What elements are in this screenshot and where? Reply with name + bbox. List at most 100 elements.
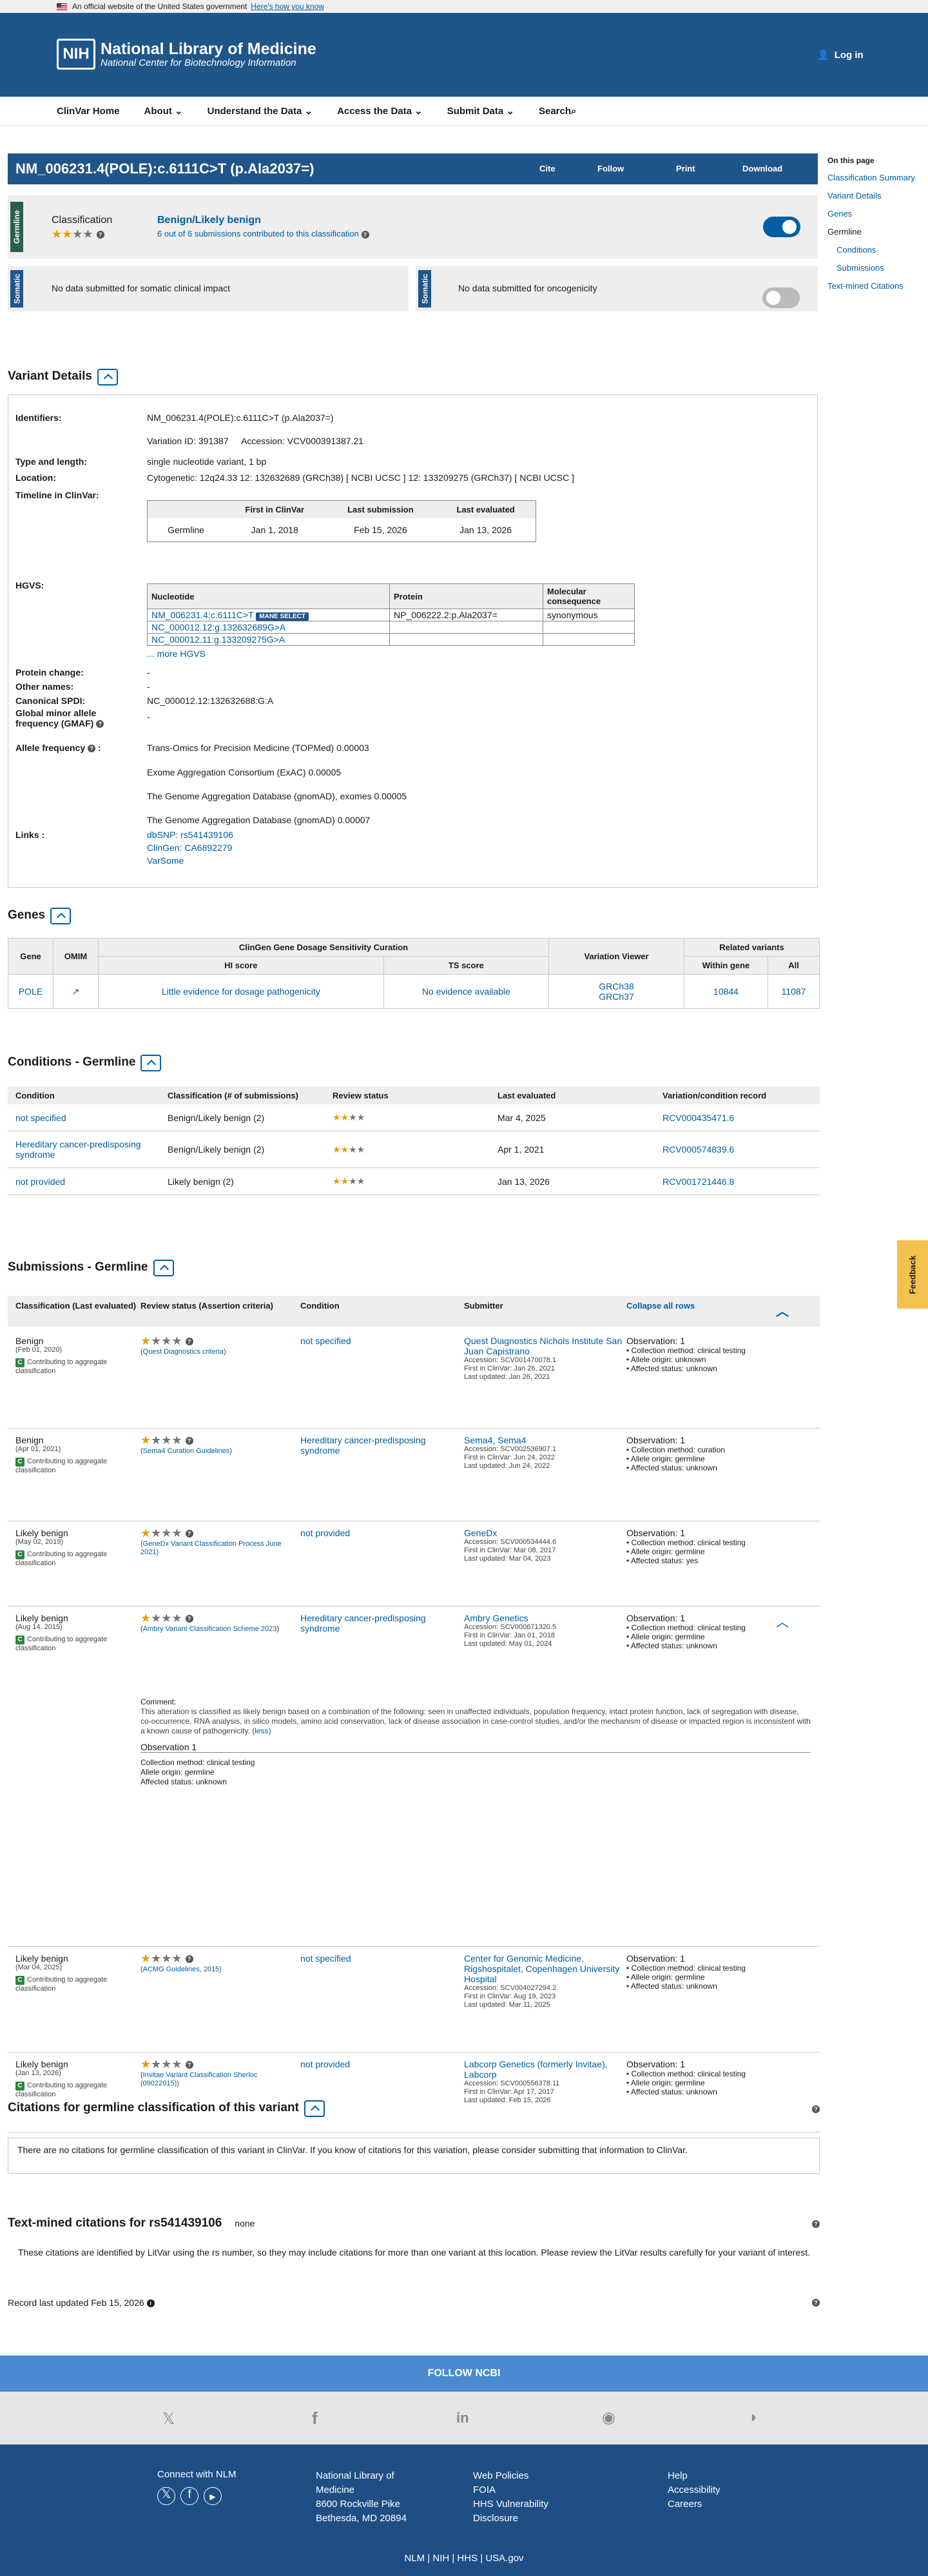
chevron-up-icon[interactable]: ︿ <box>776 1301 789 1320</box>
gene-link[interactable]: POLE <box>8 974 53 1009</box>
collapse-button[interactable] <box>50 908 72 924</box>
location-value: Cytogenetic: 12q24.33 12: 132632689 (GRC… <box>147 473 575 483</box>
accessibility-link[interactable]: Accessibility <box>668 2483 720 2497</box>
collapse-button[interactable] <box>153 1260 174 1276</box>
youtube-icon[interactable]: ▶ <box>204 2487 222 2505</box>
more-hgvs-link[interactable]: ... more HGVS <box>147 649 206 659</box>
web-policies-link[interactable]: Web Policies <box>473 2469 548 2483</box>
contributing-icon: C <box>15 1358 24 1367</box>
criteria-link[interactable]: ACMG Guidelines, 2015 <box>143 1966 220 1973</box>
nlm-address: National Library of Medicine 8600 Rockvill… <box>316 2470 407 2524</box>
hgvs-table: Nucleotide Protein Molecular consequence N… <box>147 583 635 646</box>
contributing-icon: C <box>15 1458 24 1467</box>
submitter-link[interactable]: Labcorp Genetics (formerly Invitae), Lab… <box>464 2059 625 2080</box>
linkedin-icon[interactable]: in <box>456 2410 469 2426</box>
criteria-link[interactable]: Ambry Variant Classification Scheme 2023 <box>143 1625 277 1633</box>
nav-submit[interactable]: Submit Data ⌄ <box>447 105 514 117</box>
criteria-link[interactable]: Invitae Variant Classification Sherloc (… <box>140 2071 257 2087</box>
external-link-icon[interactable]: ↗ <box>53 974 99 1009</box>
print-button[interactable]: Print <box>676 164 695 173</box>
rss-icon[interactable]: ◗ <box>749 2408 759 2426</box>
condition-link[interactable]: not provided <box>300 2059 449 2069</box>
download-button[interactable]: Download <box>742 164 782 173</box>
careers-link[interactable]: Careers <box>668 2497 720 2512</box>
submitter-link[interactable]: Center for Genomic Medicine, Rigshospita… <box>464 1953 625 1984</box>
rcv-link[interactable]: RCV000574839.6 <box>655 1131 820 1168</box>
contributing-icon: C <box>15 2082 24 2091</box>
toc-variant-details[interactable]: Variant Details <box>827 187 915 205</box>
varsome-link[interactable]: VarSome <box>147 855 184 866</box>
hhs-vuln-link[interactable]: HHS Vulnerability <box>473 2497 548 2512</box>
toc-conditions[interactable]: Conditions <box>827 241 915 259</box>
less-link[interactable]: (less) <box>252 1726 271 1735</box>
condition-link[interactable]: not specified <box>300 1336 449 1346</box>
condition-link[interactable]: not provided <box>8 1167 160 1195</box>
rcv-link[interactable]: RCV001721446.8 <box>655 1167 820 1195</box>
cite-button[interactable]: Cite <box>539 164 556 173</box>
nav-about[interactable]: About ⌄ <box>144 105 183 117</box>
foia-link[interactable]: FOIA <box>473 2483 548 2497</box>
record-updated: Record last updated Feb 15, 2026 i? <box>8 2298 820 2308</box>
clingen-link[interactable]: ClinGen: CA6892279 <box>147 843 232 853</box>
somatic-toggle[interactable] <box>762 288 800 308</box>
x-icon[interactable]: 𝕏 <box>162 2410 175 2428</box>
hgvs-link[interactable]: NC_000012.12:g.132632689G>A <box>147 621 390 634</box>
toc-submissions[interactable]: Submissions <box>827 259 915 277</box>
hgvs-link[interactable]: NM_006231.4:c.6111C>T <box>151 610 253 620</box>
collapse-button[interactable] <box>304 2100 325 2117</box>
genes-heading: Genes <box>8 908 72 924</box>
submitter-link[interactable]: Quest Diagnostics Nichols Institute San … <box>464 1336 625 1356</box>
how-you-know-link[interactable]: Here's how you know <box>251 2 324 11</box>
condition-link[interactable]: not specified <box>8 1104 160 1131</box>
review-stars: ★★★★ ? <box>52 228 104 241</box>
submissions-count[interactable]: 6 out of 6 submissions contributed to th… <box>157 229 369 239</box>
toc-genes[interactable]: Genes <box>827 205 915 223</box>
criteria-link[interactable]: Sema4 Curation Guidelines <box>143 1447 230 1455</box>
variant-title-bar: NM_006231.4(POLE):c.6111C>T (p.Ala2037=)… <box>8 153 818 184</box>
criteria-link[interactable]: Quest Diagnostics criteria <box>143 1348 224 1356</box>
toc-text-mined[interactable]: Text-mined Citations <box>827 277 915 295</box>
variant-details-heading: Variant Details <box>8 369 118 385</box>
user-icon: 👤 <box>817 50 829 61</box>
github-icon[interactable]: ◉ <box>602 2408 615 2427</box>
hgvs-link[interactable]: NC_000012.11:g.133209275G>A <box>147 633 390 646</box>
conditions-table: Condition Classification (# of submission… <box>8 1087 820 1195</box>
collapse-button[interactable] <box>140 1055 162 1071</box>
rcv-link[interactable]: RCV000435471.6 <box>655 1104 820 1131</box>
criteria-link[interactable]: GeneDx Variant Classification Process Ju… <box>140 1540 282 1556</box>
nav-clinvar-home[interactable]: ClinVar Home <box>57 106 120 117</box>
dbsnp-link[interactable]: dbSNP: rs541439106 <box>147 830 233 840</box>
help-link[interactable]: Help <box>668 2469 720 2483</box>
condition-link[interactable]: Hereditary cancer-predisposing syndrome <box>300 1613 449 1634</box>
collapse-button[interactable] <box>97 369 118 385</box>
submitter-link[interactable]: GeneDx <box>464 1528 625 1538</box>
x-icon[interactable]: 𝕏 <box>157 2487 175 2505</box>
submitter-link[interactable]: Ambry Genetics <box>464 1613 625 1623</box>
nav-search[interactable]: Search⌕ <box>539 106 576 117</box>
chevron-up-icon[interactable]: ︿ <box>776 1612 789 1630</box>
facebook-icon[interactable]: f <box>180 2487 198 2505</box>
submitter-link[interactable]: Sema4, Sema4 <box>464 1435 625 1445</box>
nih-logo[interactable]: NIH National Library of Medicine National … <box>57 39 316 70</box>
collapse-all-button[interactable]: Collapse all rows <box>626 1301 695 1311</box>
toc-classification[interactable]: Classification Summary <box>827 169 915 187</box>
condition-link[interactable]: Hereditary cancer-predisposing syndrome <box>8 1131 160 1168</box>
condition-link[interactable]: Hereditary cancer-predisposing syndrome <box>300 1435 449 1456</box>
submission-row: Likely benign (Jan 13, 2026) C Contributing… <box>8 2053 820 2132</box>
facebook-icon[interactable]: f <box>312 2408 318 2428</box>
condition-link[interactable]: not provided <box>300 1528 449 1538</box>
submission-row: Benign (Apr 01, 2021) C Contributing to agg… <box>8 1429 820 1521</box>
conditions-heading: Conditions - Germline <box>8 1055 162 1071</box>
us-flag-icon <box>57 3 67 10</box>
footer-bottom-links[interactable]: NLM | NIH | HHS | USA.gov <box>0 2553 928 2564</box>
submission-row: Likely benign (May 02, 2019) C Contributing… <box>8 1521 820 1606</box>
nav-access[interactable]: Access the Data ⌄ <box>337 105 423 117</box>
follow-button[interactable]: Follow <box>597 164 624 173</box>
somatic-impact-panel: Somatic No data submitted for somatic cl… <box>8 266 409 311</box>
feedback-button[interactable]: Feedback <box>897 1240 928 1309</box>
login-button[interactable]: 👤 Log in <box>817 49 864 61</box>
search-icon: ⌕ <box>571 105 577 117</box>
germline-toggle[interactable] <box>763 217 800 237</box>
condition-link[interactable]: not specified <box>300 1953 449 1964</box>
nav-understand[interactable]: Understand the Data ⌄ <box>208 105 313 117</box>
